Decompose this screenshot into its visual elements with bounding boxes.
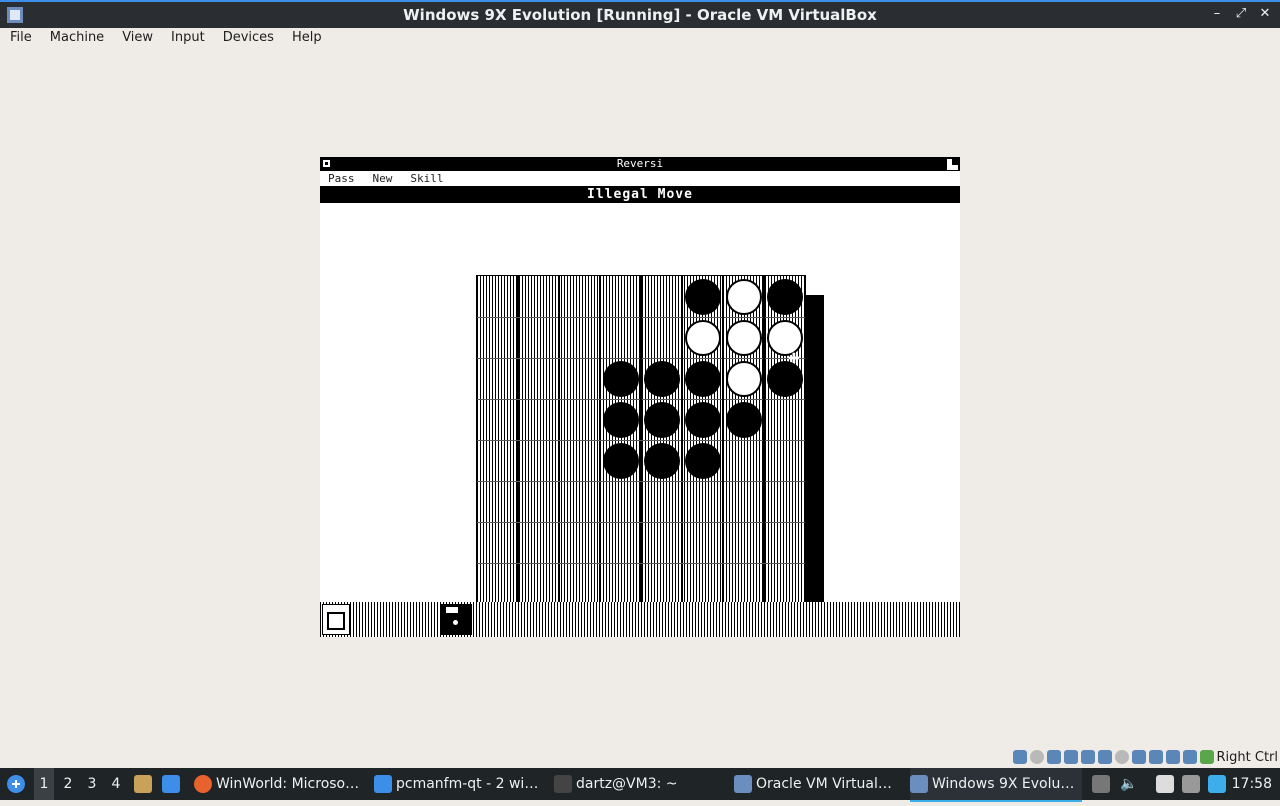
vbox-menubar: File Machine View Input Devices Help (0, 28, 1280, 49)
tray-trash-icon[interactable] (1092, 768, 1114, 800)
board-grid-vline (763, 276, 765, 604)
mouse-integration-icon[interactable] (1183, 750, 1197, 764)
white-disc (726, 279, 762, 315)
reversi-size-box[interactable] (947, 159, 958, 170)
desktop-launcher-icon[interactable] (162, 768, 184, 800)
mouse-cursor-icon: ✚ (788, 352, 798, 366)
board-grid-hline (477, 522, 805, 523)
display-icon[interactable] (1132, 750, 1146, 764)
white-disc (685, 320, 721, 356)
vm-icon (910, 775, 928, 793)
black-disc (685, 361, 721, 397)
usb-icon[interactable] (1098, 750, 1112, 764)
menu-devices[interactable]: Devices (213, 28, 282, 48)
vbox-statusbar: Right Ctrl (1013, 748, 1280, 766)
reversi-client-area (320, 203, 960, 602)
folder-icon (374, 775, 392, 793)
white-disc (726, 320, 762, 356)
task-virtualbox-manager[interactable]: Oracle VM Virtual… (734, 768, 892, 800)
task-terminal[interactable]: dartz@VM3: ~ (554, 768, 678, 800)
clock[interactable]: 17:58 (1232, 768, 1272, 800)
black-disc (685, 443, 721, 479)
task-pcmanfm[interactable]: pcmanfm-qt - 2 wi… (374, 768, 538, 800)
window-title: Windows 9X Evolution [Running] - Oracle … (0, 6, 1280, 24)
board-grid-vline (722, 276, 724, 604)
floppy-icon[interactable] (1047, 750, 1061, 764)
task-label: WinWorld: Microso… (216, 776, 359, 792)
minimize-button[interactable]: – (1210, 6, 1224, 21)
keyboard-capture-icon[interactable] (1200, 750, 1214, 764)
menu-new[interactable]: New (364, 171, 402, 186)
reversi-menubar: Pass New Skill (320, 171, 960, 186)
workspace-1[interactable]: 1 (34, 768, 54, 800)
shared-folders-icon[interactable] (1115, 750, 1129, 764)
reversi-window: Reversi Pass New Skill Illegal Move (320, 157, 960, 637)
taskbar: 1 2 3 4 WinWorld: Microso… pcmanfm-qt - … (0, 768, 1280, 800)
menu-help[interactable]: Help (282, 28, 330, 48)
optical-drive-icon[interactable] (1030, 750, 1044, 764)
update-tray-icon[interactable] (1208, 768, 1230, 800)
menu-skill[interactable]: Skill (401, 171, 452, 186)
network-tray-icon[interactable] (1182, 768, 1204, 800)
window-controls: – ⤢ ✕ (1210, 6, 1272, 21)
network-icon[interactable] (1081, 750, 1095, 764)
black-disc (603, 361, 639, 397)
black-disc (644, 402, 680, 438)
task-label: pcmanfm-qt - 2 wi… (396, 776, 538, 792)
board-grid-hline (477, 481, 805, 482)
volume-icon[interactable]: 🔈 (1120, 768, 1142, 800)
menu-file[interactable]: File (0, 28, 40, 48)
start-menu-icon[interactable] (6, 768, 26, 800)
window-titlebar: Windows 9X Evolution [Running] - Oracle … (0, 0, 1280, 28)
workspace-2[interactable]: 2 (58, 768, 78, 800)
host-key-label: Right Ctrl (1217, 750, 1279, 765)
game-board[interactable] (476, 275, 806, 605)
audio-icon[interactable] (1064, 750, 1078, 764)
black-disc (726, 402, 762, 438)
menu-machine[interactable]: Machine (40, 28, 112, 48)
maximize-button[interactable]: ⤢ (1234, 6, 1248, 21)
reversi-title: Reversi (617, 157, 663, 170)
file-manager-launcher-icon[interactable] (134, 768, 156, 800)
menu-input[interactable]: Input (161, 28, 213, 48)
board-grid-vline (681, 276, 683, 604)
reversi-titlebar: Reversi (320, 157, 960, 171)
workspace-3[interactable]: 3 (82, 768, 102, 800)
black-disc (685, 402, 721, 438)
video-capture-icon[interactable] (1149, 750, 1163, 764)
board-grid-hline (477, 440, 805, 441)
virtualbox-icon (734, 775, 752, 793)
black-disc (644, 361, 680, 397)
black-disc (603, 402, 639, 438)
task-windows9x-vm[interactable]: Windows 9X Evolu… (910, 768, 1082, 802)
clipboard-icon[interactable] (322, 604, 350, 635)
task-firefox[interactable]: WinWorld: Microso… (194, 768, 359, 800)
menu-view[interactable]: View (112, 28, 161, 48)
terminal-icon (554, 775, 572, 793)
close-button[interactable]: ✕ (1258, 6, 1272, 21)
task-label: dartz@VM3: ~ (576, 776, 678, 792)
black-disc (603, 443, 639, 479)
hard-disk-icon[interactable] (1013, 750, 1027, 764)
menu-pass[interactable]: Pass (320, 171, 364, 186)
white-disc (726, 361, 762, 397)
black-disc (644, 443, 680, 479)
task-label: Windows 9X Evolu… (932, 776, 1074, 792)
board-grid-hline (477, 563, 805, 564)
firefox-icon (194, 775, 212, 793)
clipboard-tray-icon[interactable] (1156, 768, 1178, 800)
task-label: Oracle VM Virtual… (756, 776, 892, 792)
system-menu-box[interactable] (322, 159, 331, 168)
workspace-4[interactable]: 4 (106, 768, 126, 800)
black-disc (767, 279, 803, 315)
virtualization-icon[interactable] (1166, 750, 1180, 764)
desktop-icon-bar (320, 602, 960, 637)
floppy-disk-icon[interactable] (440, 604, 472, 635)
black-disc (685, 279, 721, 315)
status-message: Illegal Move (320, 186, 960, 203)
